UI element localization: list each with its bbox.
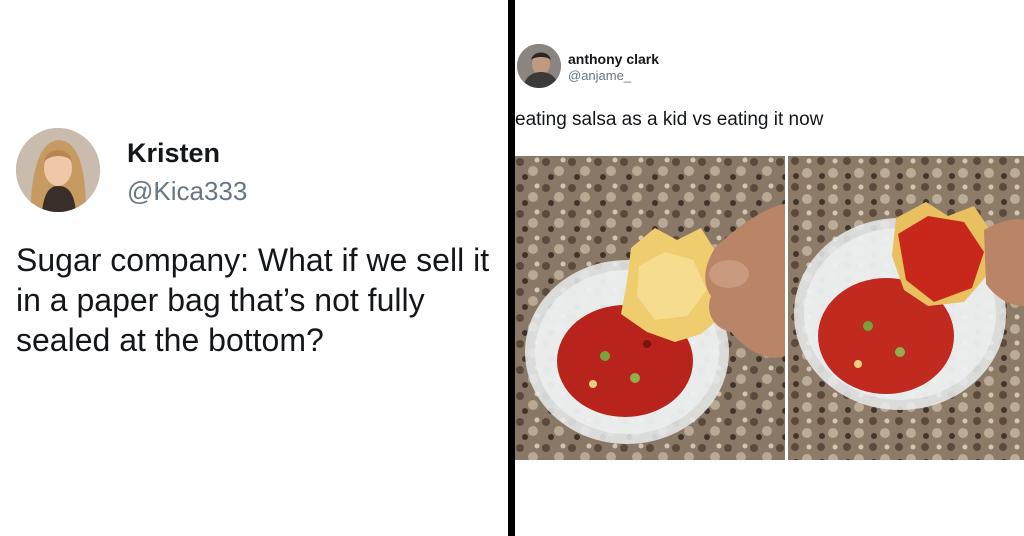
- user-handle[interactable]: @Kica333: [127, 176, 247, 207]
- left-tweet: Kristen @Kica333 Sugar company: What if …: [0, 0, 508, 536]
- tweet-text: Sugar company: What if we sell it in a p…: [16, 242, 490, 358]
- salsa-photo-kid[interactable]: [515, 156, 785, 460]
- panel-divider: [508, 0, 515, 536]
- avatar[interactable]: [517, 44, 561, 88]
- tweet-text: eating salsa as a kid vs eating it now: [515, 109, 824, 130]
- avatar[interactable]: [16, 128, 100, 212]
- salsa-photo-now[interactable]: [788, 156, 1024, 460]
- right-tweet: anthony clark @anjame_ eating salsa as a…: [515, 0, 1024, 536]
- display-name[interactable]: anthony clark: [568, 51, 659, 67]
- user-handle[interactable]: @anjame_: [568, 68, 631, 83]
- display-name[interactable]: Kristen: [127, 138, 220, 169]
